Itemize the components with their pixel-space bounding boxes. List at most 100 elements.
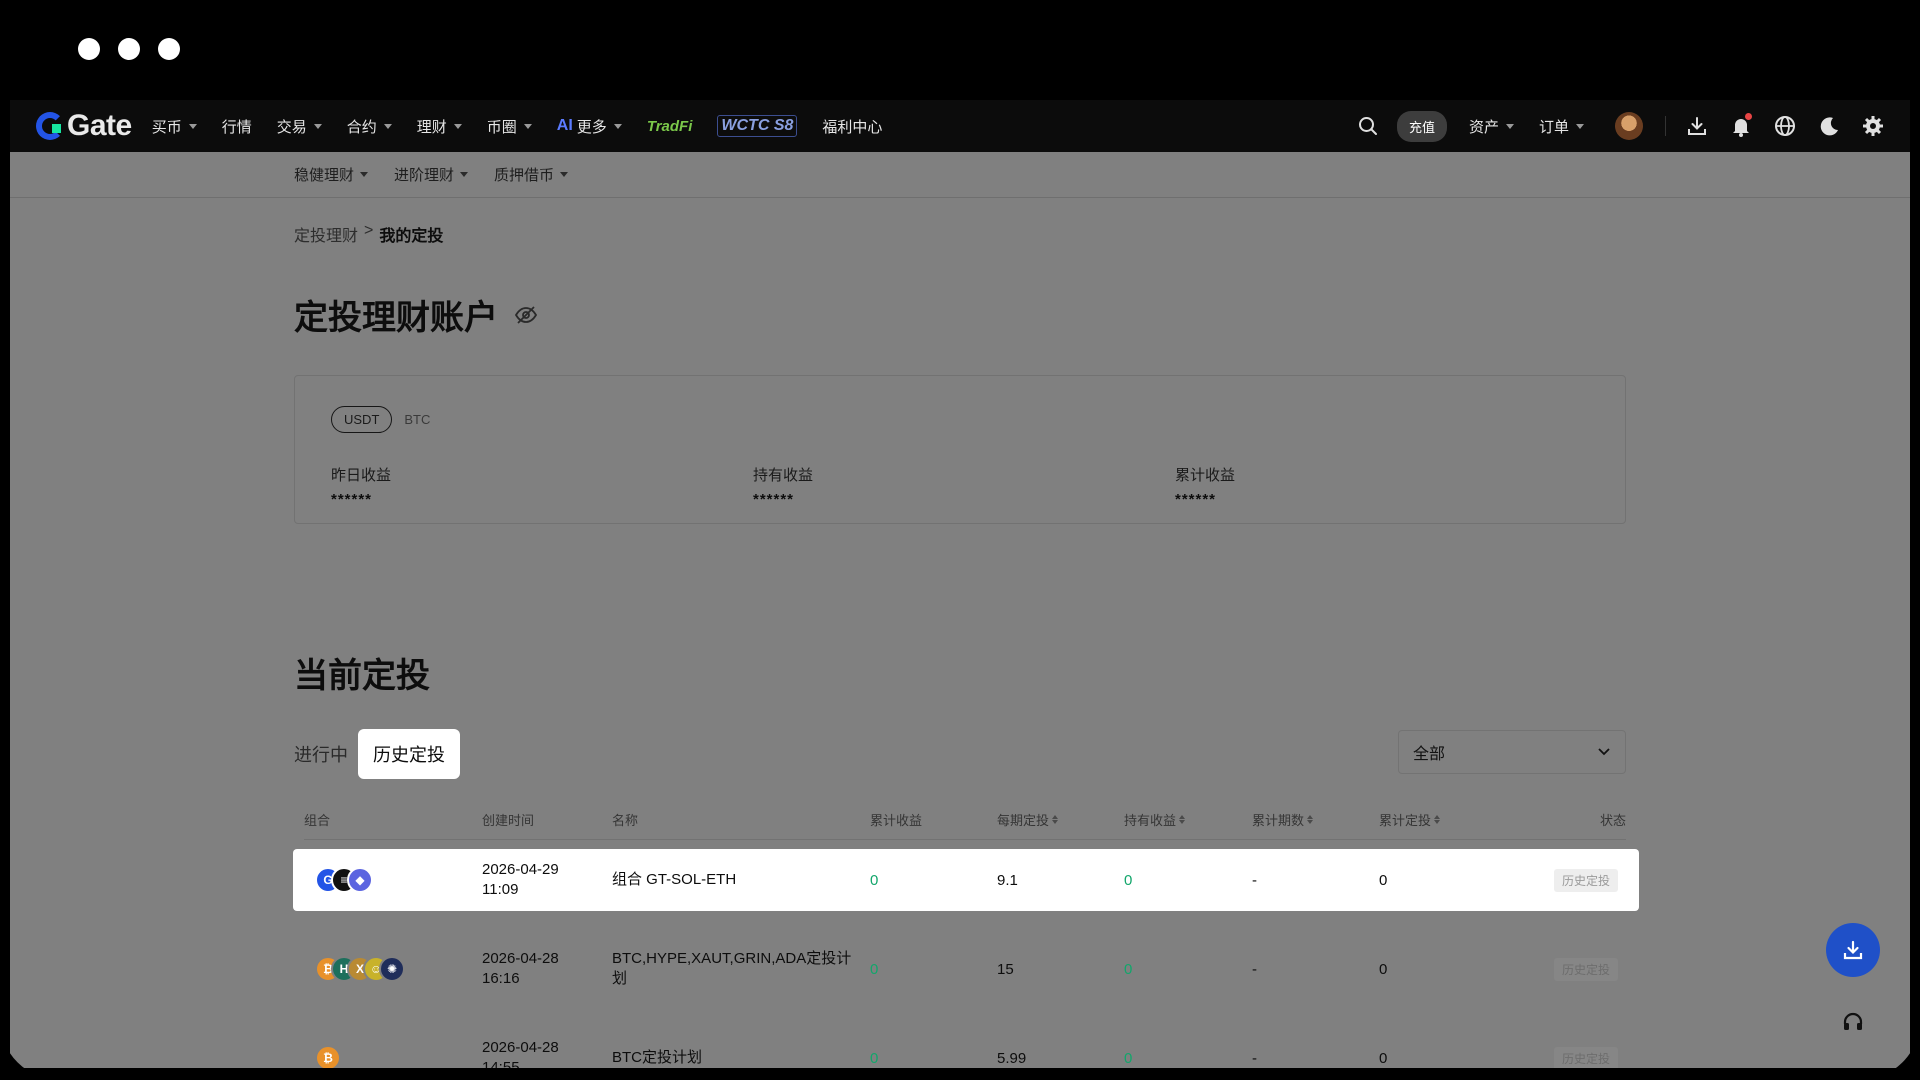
col-per-period[interactable]: 每期定投	[997, 810, 1059, 829]
chevron-down-icon	[188, 123, 197, 129]
window-controls	[78, 38, 180, 60]
created-time: 2026-04-28 14:55	[482, 1039, 559, 1068]
divider	[1665, 116, 1666, 136]
tab-history[interactable]: 历史定投	[358, 729, 460, 779]
gate-logo[interactable]: Gate	[36, 109, 132, 143]
per-period-amount: 9.1	[997, 871, 1018, 889]
nav-earn[interactable]: 理财	[417, 116, 462, 137]
col-cumulative-invest[interactable]: 累计定投	[1379, 810, 1441, 829]
cumulative-profit: 0	[870, 960, 879, 978]
cumulative-profit: 0	[870, 1049, 879, 1067]
status-filter-select[interactable]: 全部	[1398, 730, 1626, 774]
subnav-advanced-earn[interactable]: 进阶理财	[394, 164, 469, 185]
nav-welfare-center[interactable]: 福利中心	[822, 116, 882, 137]
nav-futures[interactable]: 合约	[347, 116, 392, 137]
nav-right-group: 充值 资产 订单	[1337, 110, 1886, 142]
coin-stack: ₿ H X ☺ ✺	[315, 938, 405, 1000]
coin-stack: ₿	[315, 1027, 341, 1068]
nav-orders[interactable]: 订单	[1539, 116, 1584, 137]
eye-off-icon[interactable]	[514, 295, 538, 334]
filter-value: 全部	[1413, 746, 1446, 763]
created-time: 2026-04-28 16:16	[482, 950, 559, 987]
sort-icon	[1434, 815, 1441, 824]
nav-wctc[interactable]: WCTC S8	[717, 115, 798, 137]
globe-icon[interactable]	[1772, 113, 1798, 139]
customer-support-button[interactable]	[1836, 1005, 1870, 1039]
chevron-down-icon	[1505, 123, 1514, 129]
col-portfolio: 组合	[304, 813, 331, 828]
table-row[interactable]: ₿ 2026-04-28 14:55 BTC定投计划 0 5.99 0 - 0 历…	[293, 1027, 1639, 1068]
search-icon[interactable]	[1355, 113, 1381, 139]
status-badge: 历史定投	[1553, 938, 1618, 1000]
breadcrumb-parent[interactable]: 定投理财	[294, 222, 358, 246]
nav-web3[interactable]: 币圈	[487, 116, 532, 137]
currency-tabs: USDT BTC	[331, 406, 430, 433]
chevron-down-icon	[1576, 123, 1584, 129]
per-period-amount: 5.99	[997, 1049, 1027, 1067]
window-dot-minimize[interactable]	[118, 38, 140, 60]
browser-viewport: Gate 买币 行情 交易 合约 理财 币圈 AI 更多 TradFi WCTC …	[10, 100, 1910, 1068]
breadcrumb: 定投理财 > 我的定投	[294, 222, 443, 246]
nav-trade[interactable]: 交易	[277, 116, 322, 137]
table-row[interactable]: G ≡ ◆ 2026-04-29 11:09 组合 GT-SOL-ETH 0 9.…	[293, 849, 1639, 911]
sort-icon	[1307, 815, 1314, 824]
chevron-down-icon	[560, 172, 569, 177]
per-period-amount: 15	[997, 960, 1014, 978]
cumulative-invest: 0	[1379, 960, 1388, 978]
col-name: 名称	[612, 813, 639, 828]
status-badge: 历史定投	[1553, 849, 1618, 911]
window-dot-close[interactable]	[78, 38, 100, 60]
col-periods[interactable]: 累计期数	[1252, 810, 1314, 829]
cumulative-profit: 0	[870, 871, 879, 889]
ada-coin-icon: ✺	[379, 956, 405, 982]
account-summary-card: USDT BTC 昨日收益 ****** 持有收益 ****** 累计收益 **…	[294, 375, 1626, 524]
app-download-button[interactable]	[1826, 923, 1880, 977]
account-title: 定投理财账户	[294, 299, 498, 337]
col-holding-profit[interactable]: 持有收益	[1124, 810, 1186, 829]
holding-profit: 0	[1124, 871, 1133, 889]
currency-tab-btc[interactable]: BTC	[404, 407, 430, 432]
nav-tradfi[interactable]: TradFi	[647, 118, 693, 135]
plan-tabs: 进行中 历史定投	[294, 729, 470, 779]
col-created-time: 创建时间	[482, 813, 535, 828]
breadcrumb-separator: >	[364, 222, 374, 239]
section-title: 当前定投	[294, 657, 430, 695]
subnav-crypto-loan[interactable]: 质押借币	[494, 164, 569, 185]
chevron-down-icon	[360, 172, 369, 177]
col-cumulative-profit: 累计收益	[870, 813, 923, 828]
tab-in-progress[interactable]: 进行中	[294, 741, 348, 767]
deposit-button[interactable]: 充值	[1396, 110, 1447, 142]
breadcrumb-current: 我的定投	[379, 228, 444, 245]
eth-coin-icon: ◆	[347, 867, 373, 893]
nav-buy-crypto[interactable]: 买币	[152, 116, 197, 137]
stat-yesterday-profit: 昨日收益 ******	[331, 467, 392, 508]
chevron-down-icon	[1598, 748, 1610, 756]
plan-name: 组合 GT-SOL-ETH	[612, 871, 737, 888]
earn-sub-nav: 稳健理财 进阶理财 质押借币	[10, 152, 1910, 198]
table-row[interactable]: ₿ H X ☺ ✺ 2026-04-28 16:16 BTC,HYPE,XAUT,…	[293, 938, 1639, 1000]
chevron-down-icon	[460, 172, 469, 177]
sort-icon	[1052, 815, 1059, 824]
cumulative-invest: 0	[1379, 1049, 1388, 1067]
chevron-down-icon	[453, 123, 462, 129]
holding-profit: 0	[1124, 960, 1133, 978]
currency-tab-usdt[interactable]: USDT	[331, 406, 393, 433]
sort-icon	[1179, 815, 1186, 824]
nav-markets[interactable]: 行情	[222, 116, 252, 137]
periods: -	[1252, 1049, 1257, 1067]
avatar[interactable]	[1615, 112, 1643, 140]
nav-assets[interactable]: 资产	[1469, 116, 1514, 137]
gear-icon[interactable]	[1860, 113, 1886, 139]
periods: -	[1252, 960, 1257, 978]
notification-dot	[1745, 113, 1752, 120]
stat-cumulative-profit: 累计收益 ******	[1175, 467, 1236, 508]
bell-icon[interactable]	[1728, 113, 1754, 139]
subnav-stable-earn[interactable]: 稳健理财	[294, 164, 369, 185]
logo-text: Gate	[67, 109, 132, 142]
btc-coin-icon: ₿	[315, 1045, 341, 1068]
moon-icon[interactable]	[1816, 113, 1842, 139]
window-dot-maximize[interactable]	[158, 38, 180, 60]
download-icon[interactable]	[1684, 113, 1710, 139]
nav-more[interactable]: AI 更多	[557, 116, 622, 137]
created-time: 2026-04-29 11:09	[482, 861, 559, 898]
